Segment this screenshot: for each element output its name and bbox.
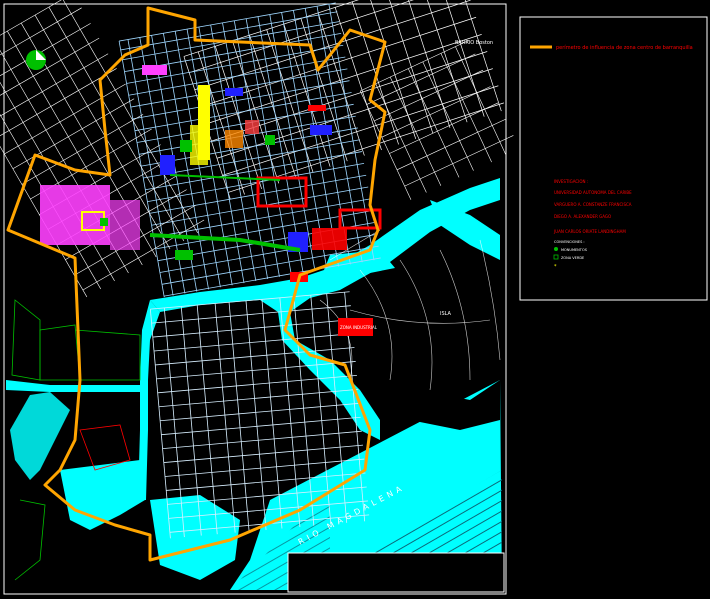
city-map: BARRIO Boston ISLA ZONA INDUSTRIAL RIO M…	[0, 0, 710, 599]
title-block	[287, 552, 505, 593]
credit-line: INVESTIGACION :	[554, 179, 588, 184]
green-dot-icon	[554, 247, 558, 251]
credit-line: DIEGO A. ALEXANDER GAGO	[554, 214, 611, 219]
legend-conventions-title: CONVENCIONES :	[554, 240, 585, 244]
legend-monumentos-label: MONUMENTOS	[561, 248, 588, 252]
credit-line: JUAN CARLOS ORIATE LANDINGHAM	[553, 229, 626, 234]
red-block-label: ZONA INDUSTRIAL	[340, 325, 378, 330]
boundary-legend-label: perímetro de influencia de zona centro d…	[556, 44, 693, 51]
credit-line: VARGUERO A. CONSTANZE FRANCISCA	[554, 202, 632, 207]
legend-zona-verde-label: ZONA VERDE	[561, 256, 584, 260]
isla-label: ISLA	[440, 311, 452, 317]
north-tag-label: BARRIO Boston	[455, 40, 493, 46]
north-arrow-icon	[26, 50, 46, 70]
credit-line: UNIVERSIDAD AUTONOMA DEL CARIBE	[554, 190, 632, 195]
